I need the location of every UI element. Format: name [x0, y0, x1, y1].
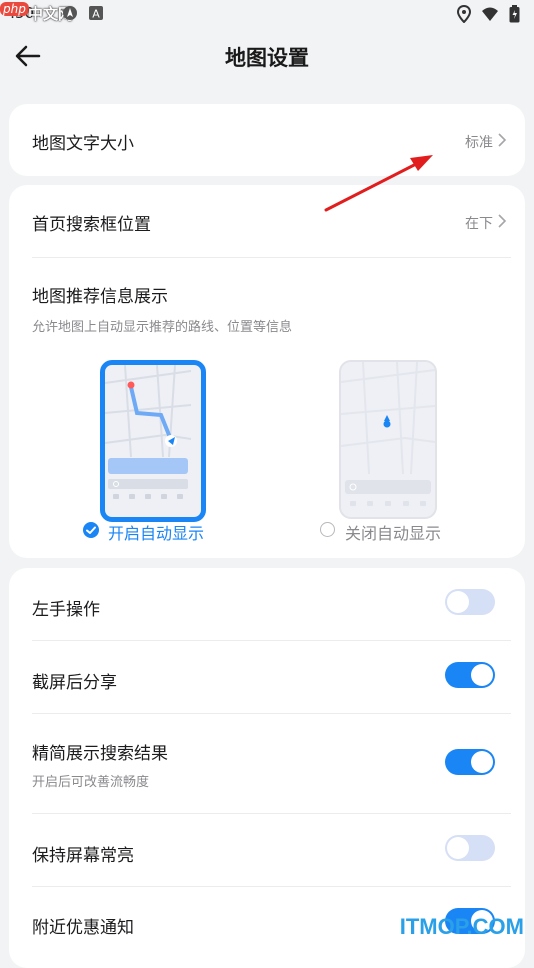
keep-screen-on-toggle[interactable] — [445, 835, 495, 861]
option-on-label[interactable]: 开启自动显示 — [108, 520, 204, 544]
toggle-knob — [447, 591, 469, 613]
location-icon — [457, 5, 471, 23]
search-box-value: 在下 — [465, 216, 493, 232]
map-preview-on-illustration — [105, 365, 191, 499]
nav-icon — [63, 6, 77, 20]
simplified-results-subtitle: 开启后可改善流畅度 — [32, 775, 150, 790]
status-icons-right — [457, 5, 520, 23]
nearby-deals-label: 附近优惠通知 — [32, 918, 134, 938]
auto-show-off-preview[interactable] — [339, 360, 437, 519]
simplified-results-toggle[interactable] — [445, 749, 495, 775]
recommend-description: 允许地图上自动显示推荐的路线、位置等信息 — [32, 320, 293, 335]
toggle-knob — [447, 837, 469, 859]
page-title: 地图设置 — [225, 46, 309, 70]
auto-show-on-preview[interactable] — [100, 360, 206, 522]
radio-auto-show-on[interactable] — [83, 522, 99, 538]
watermark-php: php — [0, 2, 29, 16]
toggle-row-screenshot-share: 截屏后分享 — [9, 641, 525, 713]
status-icons-left: A — [62, 5, 104, 21]
toggle-knob — [471, 664, 493, 686]
left-hand-label: 左手操作 — [32, 600, 100, 620]
toggle-knob — [471, 751, 493, 773]
wifi-icon — [482, 7, 498, 21]
toggle-row-left-hand: 左手操作 — [9, 568, 525, 640]
map-preview-off-illustration — [341, 362, 435, 506]
screenshot-share-label: 截屏后分享 — [32, 673, 117, 693]
toggle-row-simplified-results: 精简展示搜索结果 开启后可改善流畅度 — [9, 714, 525, 812]
toggle-row-keep-screen-on: 保持屏幕常亮 — [9, 814, 525, 886]
status-bar: :50 php 中文网 A — [0, 0, 534, 28]
header: 地图设置 — [0, 28, 534, 84]
recommend-card: 首页搜索框位置 在下 地图推荐信息展示 允许地图上自动显示推荐的路线、位置等信息 — [9, 185, 525, 558]
app-a-icon: A — [89, 6, 103, 21]
toggles-card: 左手操作 截屏后分享 精简展示搜索结果 开启后可改善流畅度 保持屏幕常亮 附近优… — [9, 568, 525, 968]
left-hand-toggle[interactable] — [445, 589, 495, 615]
screenshot-share-toggle[interactable] — [445, 662, 495, 688]
radio-auto-show-off[interactable] — [320, 522, 335, 537]
check-icon — [86, 526, 96, 534]
simplified-results-label: 精简展示搜索结果 — [32, 744, 168, 764]
text-size-label: 地图文字大小 — [32, 134, 134, 154]
text-size-card: 地图文字大小 标准 — [9, 104, 525, 176]
option-off-label[interactable]: 关闭自动显示 — [345, 520, 441, 544]
recommend-title: 地图推荐信息展示 — [32, 287, 168, 307]
text-size-row[interactable]: 地图文字大小 标准 — [9, 104, 525, 176]
keep-screen-on-label: 保持屏幕常亮 — [32, 846, 134, 866]
chevron-right-icon — [498, 133, 507, 147]
battery-icon — [509, 5, 520, 23]
chevron-right-icon — [498, 214, 507, 228]
divider — [32, 257, 511, 258]
svg-text:A: A — [92, 8, 100, 21]
search-box-label: 首页搜索框位置 — [32, 215, 151, 235]
search-box-row[interactable]: 首页搜索框位置 在下 — [9, 185, 525, 257]
text-size-value: 标准 — [465, 135, 493, 151]
site-watermark: ITMOP.COM — [399, 914, 524, 939]
